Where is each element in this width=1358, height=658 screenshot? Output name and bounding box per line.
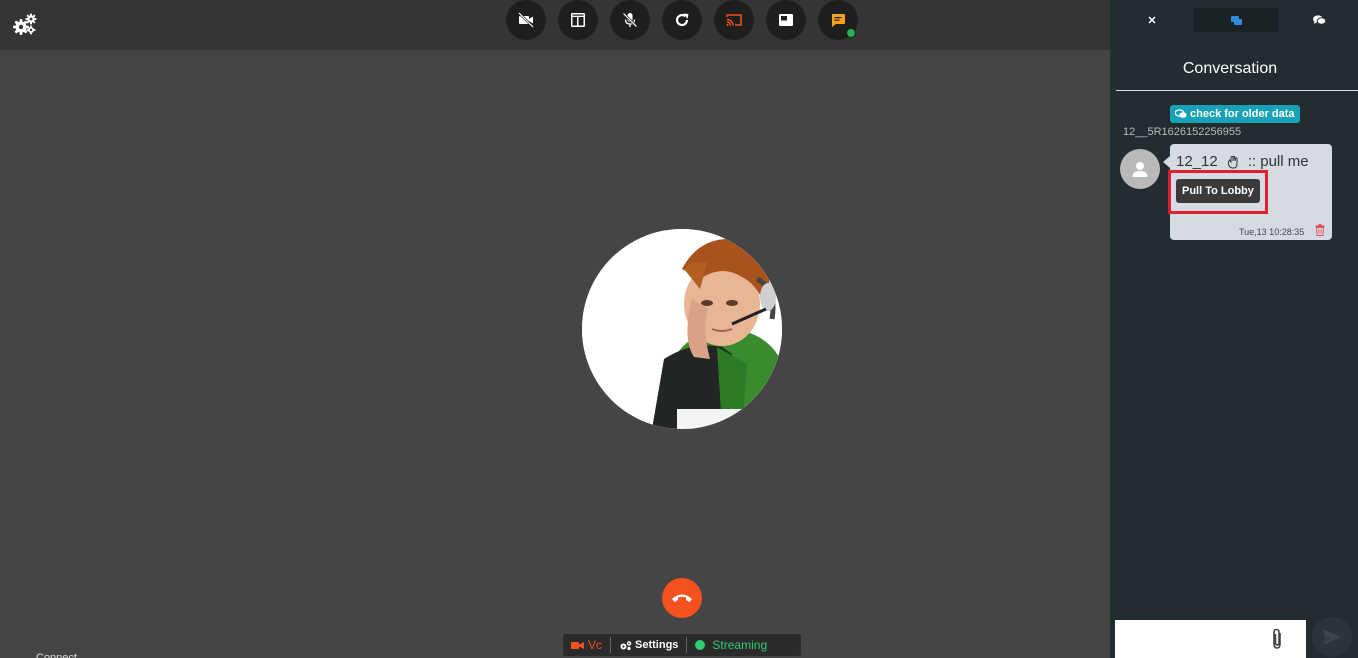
pull-to-lobby-button[interactable]: Pull To Lobby	[1176, 179, 1260, 203]
user-icon	[1132, 162, 1148, 177]
video-stage: Vc Settings Streaming Connect	[0, 0, 1110, 658]
tab-conversations[interactable]	[1304, 8, 1334, 32]
streaming-label: Streaming	[712, 638, 768, 652]
toggle-video-button[interactable]	[506, 0, 546, 40]
message-text: :: pull me	[1247, 153, 1309, 170]
panel-tabs	[1110, 8, 1358, 32]
top-toolbar	[0, 0, 1110, 50]
chat-panel: Conversation check for older data 12__5R…	[1110, 0, 1358, 658]
layout-button[interactable]	[558, 0, 598, 40]
tab-chat[interactable]	[1194, 8, 1278, 32]
chat-bubble-icon	[1230, 15, 1242, 25]
send-button[interactable]	[1312, 617, 1352, 657]
send-icon	[1323, 629, 1341, 645]
gears-icon	[620, 640, 632, 650]
divider	[1116, 90, 1358, 91]
mic-off-icon	[622, 12, 638, 28]
video-camera-icon	[571, 641, 584, 649]
streaming-status[interactable]: Streaming	[687, 634, 775, 656]
message-sender: 12_12	[1176, 153, 1218, 170]
vc-label: Vc	[588, 638, 603, 652]
open-chat-button[interactable]	[818, 0, 858, 40]
message-line: 12_12 :: pull me	[1176, 153, 1309, 170]
participant-video-avatar	[582, 229, 782, 429]
video-off-icon	[518, 12, 534, 28]
check-older-data-label: check for older data	[1190, 108, 1295, 120]
bottom-caption: Connect	[36, 652, 77, 658]
trash-icon[interactable]	[1315, 224, 1325, 236]
check-older-data-button[interactable]: check for older data	[1170, 105, 1300, 123]
settings-label: Settings	[635, 639, 679, 651]
avatar	[1120, 149, 1160, 189]
message-timestamp: Tue,13 10:28:35	[1239, 227, 1305, 237]
vc-status[interactable]: Vc	[563, 634, 610, 656]
cast-button[interactable]	[714, 0, 754, 40]
hang-up-button[interactable]	[662, 578, 702, 618]
picture-in-picture-icon	[779, 14, 793, 26]
layout-icon	[571, 13, 585, 27]
participant-photo	[582, 229, 782, 429]
comments-icon	[1175, 109, 1187, 118]
app-root: Vc Settings Streaming Connect Conversati…	[0, 0, 1358, 658]
settings-status[interactable]: Settings	[611, 634, 686, 656]
status-bar: Vc Settings Streaming	[563, 634, 801, 656]
close-panel-button[interactable]	[1136, 8, 1168, 32]
refresh-icon	[675, 13, 689, 27]
picture-in-picture-button[interactable]	[766, 0, 806, 40]
refresh-button[interactable]	[662, 0, 702, 40]
paperclip-icon[interactable]	[1268, 627, 1286, 651]
streaming-dot-icon	[695, 640, 706, 650]
cast-icon	[726, 14, 742, 26]
panel-title: Conversation	[1182, 60, 1278, 77]
close-icon	[1148, 16, 1156, 24]
chat-icon	[832, 14, 845, 27]
gears-icon[interactable]	[12, 12, 38, 38]
toggle-mic-button[interactable]	[610, 0, 650, 40]
online-indicator	[846, 28, 856, 38]
comments-icon	[1312, 15, 1326, 25]
room-id: 12__5R1626152256955	[1123, 126, 1242, 138]
chat-message: 12_12 :: pull me Pull To Lobby Tue,13 10…	[1163, 144, 1332, 240]
phone-hangup-icon	[672, 594, 692, 602]
raised-hand-icon	[1227, 155, 1238, 168]
